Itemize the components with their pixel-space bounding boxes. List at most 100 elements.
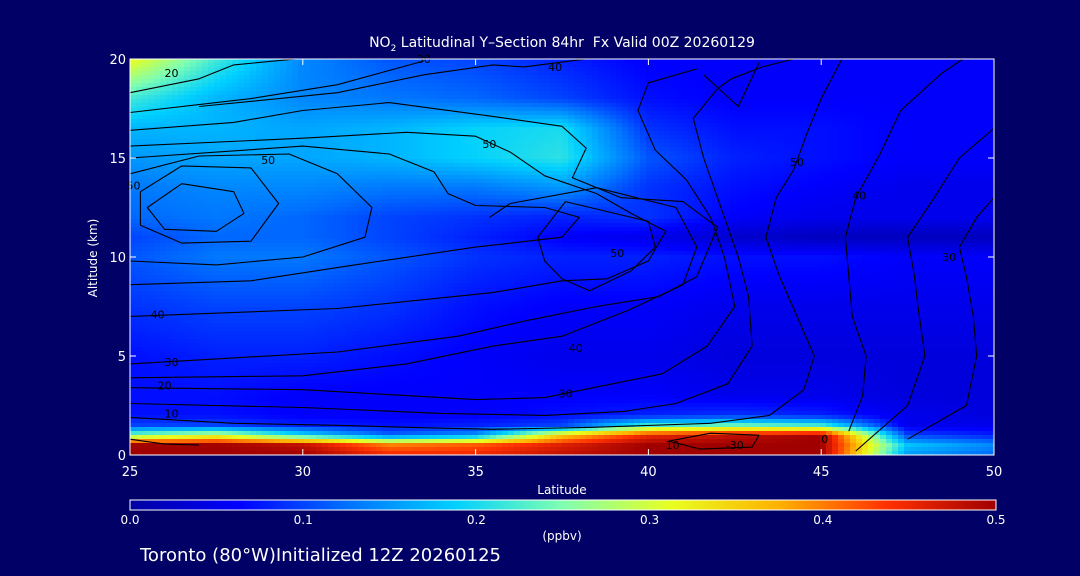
field-cell xyxy=(976,119,983,124)
field-cell xyxy=(946,83,953,88)
field-cell xyxy=(226,175,233,180)
field-cell xyxy=(544,159,551,164)
field-cell xyxy=(784,127,791,132)
field-cell xyxy=(358,79,365,84)
field-cell xyxy=(196,171,203,176)
field-cell xyxy=(538,147,545,152)
field-cell xyxy=(688,83,695,88)
field-cell xyxy=(322,171,329,176)
field-cell xyxy=(568,83,575,88)
field-cell xyxy=(484,191,491,196)
field-cell xyxy=(820,187,827,192)
field-cell xyxy=(394,195,401,200)
field-cell xyxy=(490,191,497,196)
field-cell xyxy=(844,123,851,128)
field-cell xyxy=(622,135,629,140)
field-cell xyxy=(436,139,443,144)
field-cell xyxy=(736,111,743,116)
field-cell xyxy=(814,163,821,168)
field-cell xyxy=(580,127,587,132)
field-cell xyxy=(778,135,785,140)
field-cell xyxy=(616,83,623,88)
field-cell xyxy=(454,155,461,160)
field-cell xyxy=(808,83,815,88)
field-cell xyxy=(304,127,311,132)
field-cell xyxy=(232,75,239,80)
field-cell xyxy=(952,151,959,156)
field-cell xyxy=(676,83,683,88)
field-cell xyxy=(976,63,983,68)
field-cell xyxy=(694,59,701,64)
field-cell xyxy=(772,147,779,152)
field-cell xyxy=(142,191,149,196)
field-cell xyxy=(982,143,989,148)
field-cell xyxy=(478,99,485,104)
field-cell xyxy=(832,159,839,164)
field-cell xyxy=(712,103,719,108)
field-cell xyxy=(550,103,557,108)
field-cell xyxy=(334,63,341,68)
field-cell xyxy=(934,167,941,172)
field-cell xyxy=(130,87,137,92)
field-cell xyxy=(946,163,953,168)
field-cell xyxy=(460,163,467,168)
field-cell xyxy=(940,111,947,116)
field-cell xyxy=(292,171,299,176)
field-cell xyxy=(976,103,983,108)
field-cell xyxy=(328,187,335,192)
field-cell xyxy=(550,127,557,132)
field-cell xyxy=(472,115,479,120)
field-cell xyxy=(490,87,497,92)
field-cell xyxy=(292,79,299,84)
field-cell xyxy=(394,147,401,152)
field-cell xyxy=(766,175,773,180)
field-cell xyxy=(892,63,899,68)
field-cell xyxy=(430,151,437,156)
field-cell xyxy=(316,123,323,128)
field-cell xyxy=(334,95,341,100)
field-cell xyxy=(718,99,725,104)
field-cell xyxy=(880,159,887,164)
field-cell xyxy=(244,87,251,92)
field-cell xyxy=(364,71,371,76)
field-cell xyxy=(562,103,569,108)
field-cell xyxy=(388,139,395,144)
field-cell xyxy=(394,75,401,80)
field-cell xyxy=(514,75,521,80)
field-cell xyxy=(958,131,965,136)
field-cell xyxy=(334,143,341,148)
field-cell xyxy=(514,67,521,72)
field-cell xyxy=(706,83,713,88)
field-cell xyxy=(280,67,287,72)
field-cell xyxy=(550,159,557,164)
field-cell xyxy=(916,179,923,184)
field-cell xyxy=(610,99,617,104)
field-cell xyxy=(352,123,359,128)
field-cell xyxy=(724,187,731,192)
field-cell xyxy=(940,151,947,156)
field-cell xyxy=(220,115,227,120)
field-cell xyxy=(928,131,935,136)
field-cell xyxy=(244,155,251,160)
field-cell xyxy=(730,87,737,92)
field-cell xyxy=(388,183,395,188)
field-cell xyxy=(832,167,839,172)
field-cell xyxy=(892,155,899,160)
field-cell xyxy=(514,187,521,192)
field-cell xyxy=(676,87,683,92)
field-cell xyxy=(532,79,539,84)
field-cell xyxy=(490,111,497,116)
field-cell xyxy=(550,87,557,92)
field-cell xyxy=(610,151,617,156)
field-cell xyxy=(364,143,371,148)
field-cell xyxy=(148,191,155,196)
field-cell xyxy=(484,183,491,188)
field-cell xyxy=(760,187,767,192)
field-cell xyxy=(586,155,593,160)
field-cell xyxy=(220,87,227,92)
field-cell xyxy=(196,63,203,68)
field-cell xyxy=(526,123,533,128)
field-cell xyxy=(982,87,989,92)
field-cell xyxy=(970,91,977,96)
field-cell xyxy=(514,123,521,128)
